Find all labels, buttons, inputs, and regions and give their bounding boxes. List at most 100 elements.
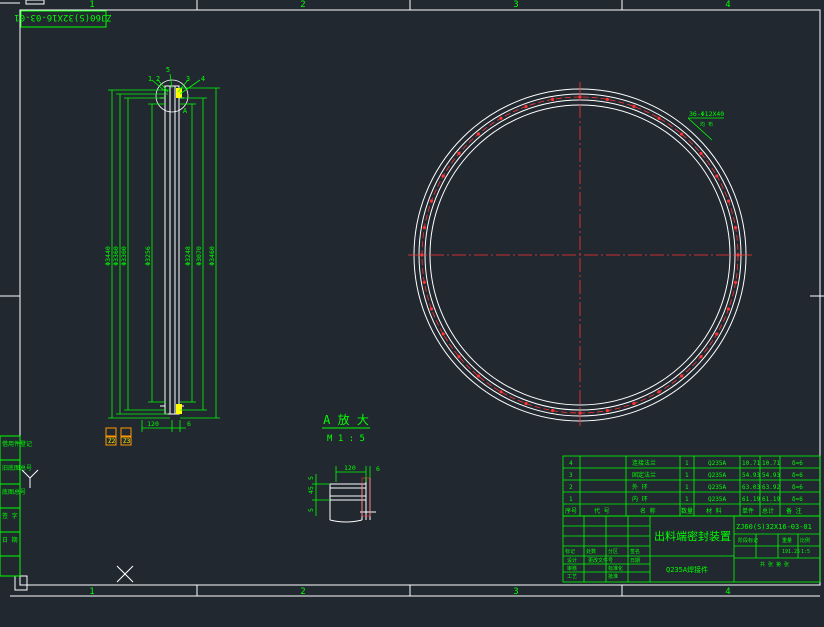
bolt-hole [499,116,503,120]
parts-list-table[interactable]: 4 连接法兰 1 Q235A 10.71 10.71 δ=6 3 固定法兰 1 … [562,455,821,517]
parts-row-2-note: δ=6 [792,472,803,479]
zone-top-4: 4 [725,0,730,10]
title-label-zone: 分区 [608,548,618,555]
parts-header-note: 备 注 [786,507,802,515]
bolt-hole [734,226,738,230]
title-role-design: 设计 [567,557,577,564]
detail-a-view[interactable]: A 放 大 M 1 : 5 120 6 5 45 5 [307,412,380,523]
parts-row-3-note: δ=6 [792,484,803,491]
left-strip-5: 日 期 [2,536,18,544]
parts-header-no: 序号 [565,507,577,515]
parts-row-3-no: 2 [569,484,573,491]
title-drawing-no: ZJ60(S)32X16-03-01 [736,523,812,531]
title-material: Q235A焊接件 [666,565,708,574]
parts-header-qty: 数量 [681,507,693,515]
title-label-date: 日期 [630,558,640,564]
parts-row-1-no: 4 [569,460,573,467]
parts-row-4-name: 内 环 [632,495,648,503]
parts-row-3-total: 63.92 [762,484,780,491]
dim-left-0: Φ3440 [104,246,112,266]
bolt-hole [524,104,528,109]
bolt-hole [551,97,555,101]
detail-dim-right: 6 [376,465,380,473]
detail-dim-left-c: 5 [307,508,315,512]
parts-row-1-unit: 10.71 [742,460,760,467]
zone-top-1: 1 [89,0,94,10]
zone-bottom-4: 4 [725,587,730,597]
parts-row-2-qty: 1 [685,472,689,479]
zone-bottom-2: 2 [300,587,305,597]
parts-row-2-no: 3 [569,472,573,479]
parts-row-4-total: 61.19 [762,496,780,503]
bolt-hole [499,390,503,394]
bolt-hole [429,307,434,311]
bolt-hole [457,151,461,155]
left-strip-2: 旧底图总号 [2,464,32,472]
parts-row-2-unit: 54.93 [742,472,760,479]
title-role-process: 工艺 [567,574,577,580]
parts-row-4-qty: 1 [685,496,689,503]
bolt-hole [422,226,426,230]
rotated-drawing-code: ZJ60(S)32X16-03-01 [14,12,112,22]
bolt-hole [734,280,738,284]
detail-dim-left-b: 45 [307,486,315,494]
bolt-hole [441,174,445,178]
dim-left-3: Φ3256 [144,246,152,266]
bolt-hole [578,411,582,415]
bolt-hole [422,280,426,284]
bolt-hole [605,409,610,413]
cad-drawing-canvas[interactable]: ZJ60(S)32X16-03-01 1 2 3 4 1 2 3 4 借用件登记… [0,0,824,623]
title-label-count: 处数 [586,548,596,555]
bolt-hole [680,374,684,378]
parts-row-1-mat: Q235A [708,460,726,467]
elevation-detail-marker: A [183,107,188,115]
bolt-hole [657,390,661,394]
plan-view-ring[interactable]: 36-Φ12X40 均 布 [408,82,752,428]
parts-row-4-unit: 61.19 [742,496,760,503]
parts-row-2-total: 54.93 [762,472,780,479]
bolt-hole [605,97,610,101]
elevation-view[interactable]: 1 2 3 4 5 A Φ3440 Φ3360 Φ3300 Φ3256 Φ324… [104,66,220,446]
title-block[interactable]: ZJ60(S)32X16-03-01 出料端密封装置 Q235A焊接件 标记 处… [562,515,821,583]
bolt-hole [726,307,731,311]
ucs-icon-top [0,0,45,5]
title-stage-weight: 重量 [782,537,792,544]
parts-row-3-mat: Q235A [708,484,726,491]
bolt-hole [680,132,684,136]
title-scale-value: 1:5 [801,549,810,555]
hole-note-sub: 均 布 [700,121,713,128]
detail-scale: M 1 : 5 [327,434,365,444]
bolt-hole [699,355,703,359]
cad-viewport[interactable]: ZJ60(S)32X16-03-01 1 2 3 4 1 2 3 4 借用件登记… [0,0,824,623]
detail-dim-width: 120 [344,464,356,472]
bolt-hole [476,374,480,378]
zone-bottom-3: 3 [513,587,518,597]
dim-bottom: 120 [147,420,159,428]
bolt-hole [632,104,636,109]
bolt-hole [441,332,445,336]
parts-row-1-qty: 1 [685,460,689,467]
parts-row-3-unit: 63.03 [742,484,760,491]
parts-row-4-note: δ=6 [792,496,803,503]
bolt-hole [578,95,582,99]
parts-header-total: 总计 [762,507,774,515]
elevation-balloon-4: 4 [201,75,205,83]
parts-header-unit: 单件 [742,507,754,515]
zone-top-2: 2 [300,0,305,10]
left-strip-3: 底图总号 [2,488,26,496]
bolt-hole [420,253,424,257]
left-strip-4: 签 字 [2,512,18,520]
dim-bottom-right: 6 [187,420,191,428]
parts-header-material: 材 料 [706,507,722,515]
bolt-hole [715,332,719,336]
title-role-standard: 标准化 [608,565,623,572]
parts-row-1-name: 连接法兰 [632,459,656,467]
hole-note: 36-Φ12X40 [689,110,724,118]
detail-title: A 放 大 [323,412,369,427]
title-sheet: 共 张 第 张 [760,561,789,568]
bolt-hole [699,151,703,155]
dim-right-1: Φ3070 [195,246,203,266]
dim-right-2: Φ3460 [208,246,216,266]
tag-z2: Z2 [108,438,116,445]
dim-left-2: Φ3300 [120,246,128,266]
